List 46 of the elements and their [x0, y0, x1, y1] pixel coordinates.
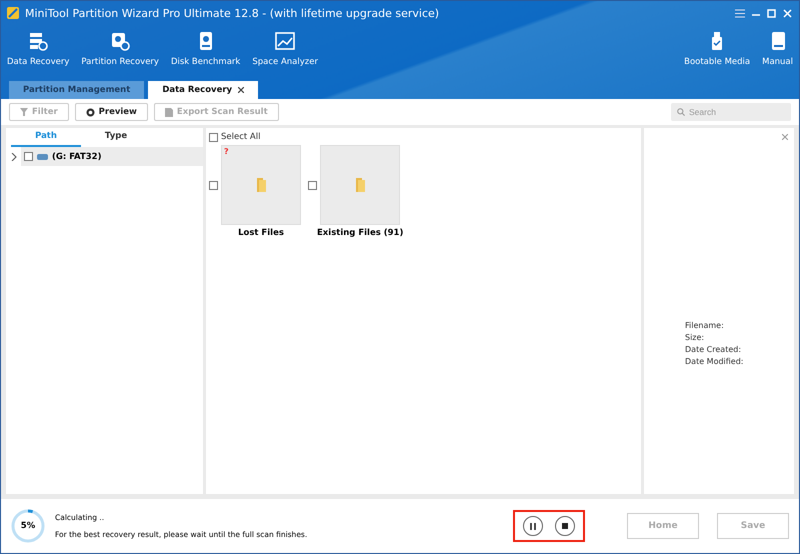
select-all-label: Select All — [221, 132, 260, 142]
folder-thumbnail[interactable]: ? — [221, 145, 301, 225]
close-icon[interactable] — [238, 87, 244, 93]
drive-icon — [37, 154, 48, 160]
export-icon — [164, 108, 173, 116]
pause-icon — [530, 522, 536, 530]
database-icon — [27, 31, 50, 51]
disk-recovery-icon — [109, 31, 132, 51]
view-tab[interactable]: Type — [81, 128, 151, 147]
tree-item[interactable]: (G: FAT32) — [21, 147, 203, 166]
window-title: MiniTool Partition Wizard Pro Ultimate 12.8 - (with lifetime upgrade service) — [25, 6, 440, 20]
toolbar-button[interactable]: Manual — [756, 25, 799, 67]
folder-label: Existing Files (91) — [316, 228, 404, 238]
filter-icon — [20, 108, 28, 116]
progress-reading: 5% — [20, 521, 36, 531]
folder-icon — [255, 177, 267, 193]
checkbox[interactable] — [209, 180, 218, 190]
chart-icon — [274, 31, 296, 51]
pause-button[interactable] — [523, 516, 543, 536]
folder-icon — [354, 177, 366, 193]
maximize-icon[interactable] — [767, 8, 777, 18]
detail-label: Date Created: — [685, 345, 742, 354]
app-logo-icon — [7, 7, 19, 19]
detail-label: Size: — [685, 333, 706, 342]
checkbox[interactable] — [308, 180, 318, 190]
folder-label: Lost Files — [237, 228, 284, 238]
toolbar-button[interactable]: Data Recovery — [1, 25, 76, 67]
toolbar-button[interactable]: Bootable Media — [678, 25, 756, 67]
stop-button[interactable] — [555, 516, 575, 536]
detail-label: Filename: — [685, 321, 725, 330]
preview-button[interactable]: Preview — [74, 103, 148, 121]
search-field[interactable]: Search — [671, 103, 791, 121]
search-icon — [677, 108, 685, 116]
tree-label: (G: FAT32) — [52, 152, 102, 162]
checkbox[interactable] — [209, 132, 218, 142]
menu-icon[interactable] — [735, 8, 745, 18]
detail-label: Date Modified: — [685, 357, 744, 366]
checkbox[interactable] — [24, 152, 33, 161]
tab[interactable]: Data Recovery — [148, 81, 258, 99]
unknown-mark: ? — [224, 147, 229, 156]
tab[interactable]: Partition Management — [9, 81, 144, 99]
toolbar-button[interactable]: Space Analyzer — [246, 25, 324, 67]
stop-icon — [562, 523, 568, 529]
toolbar-button[interactable]: Disk Benchmark — [164, 25, 246, 67]
toolbar-button[interactable]: Partition Recovery — [75, 25, 165, 67]
folder-thumbnail[interactable] — [320, 145, 400, 225]
